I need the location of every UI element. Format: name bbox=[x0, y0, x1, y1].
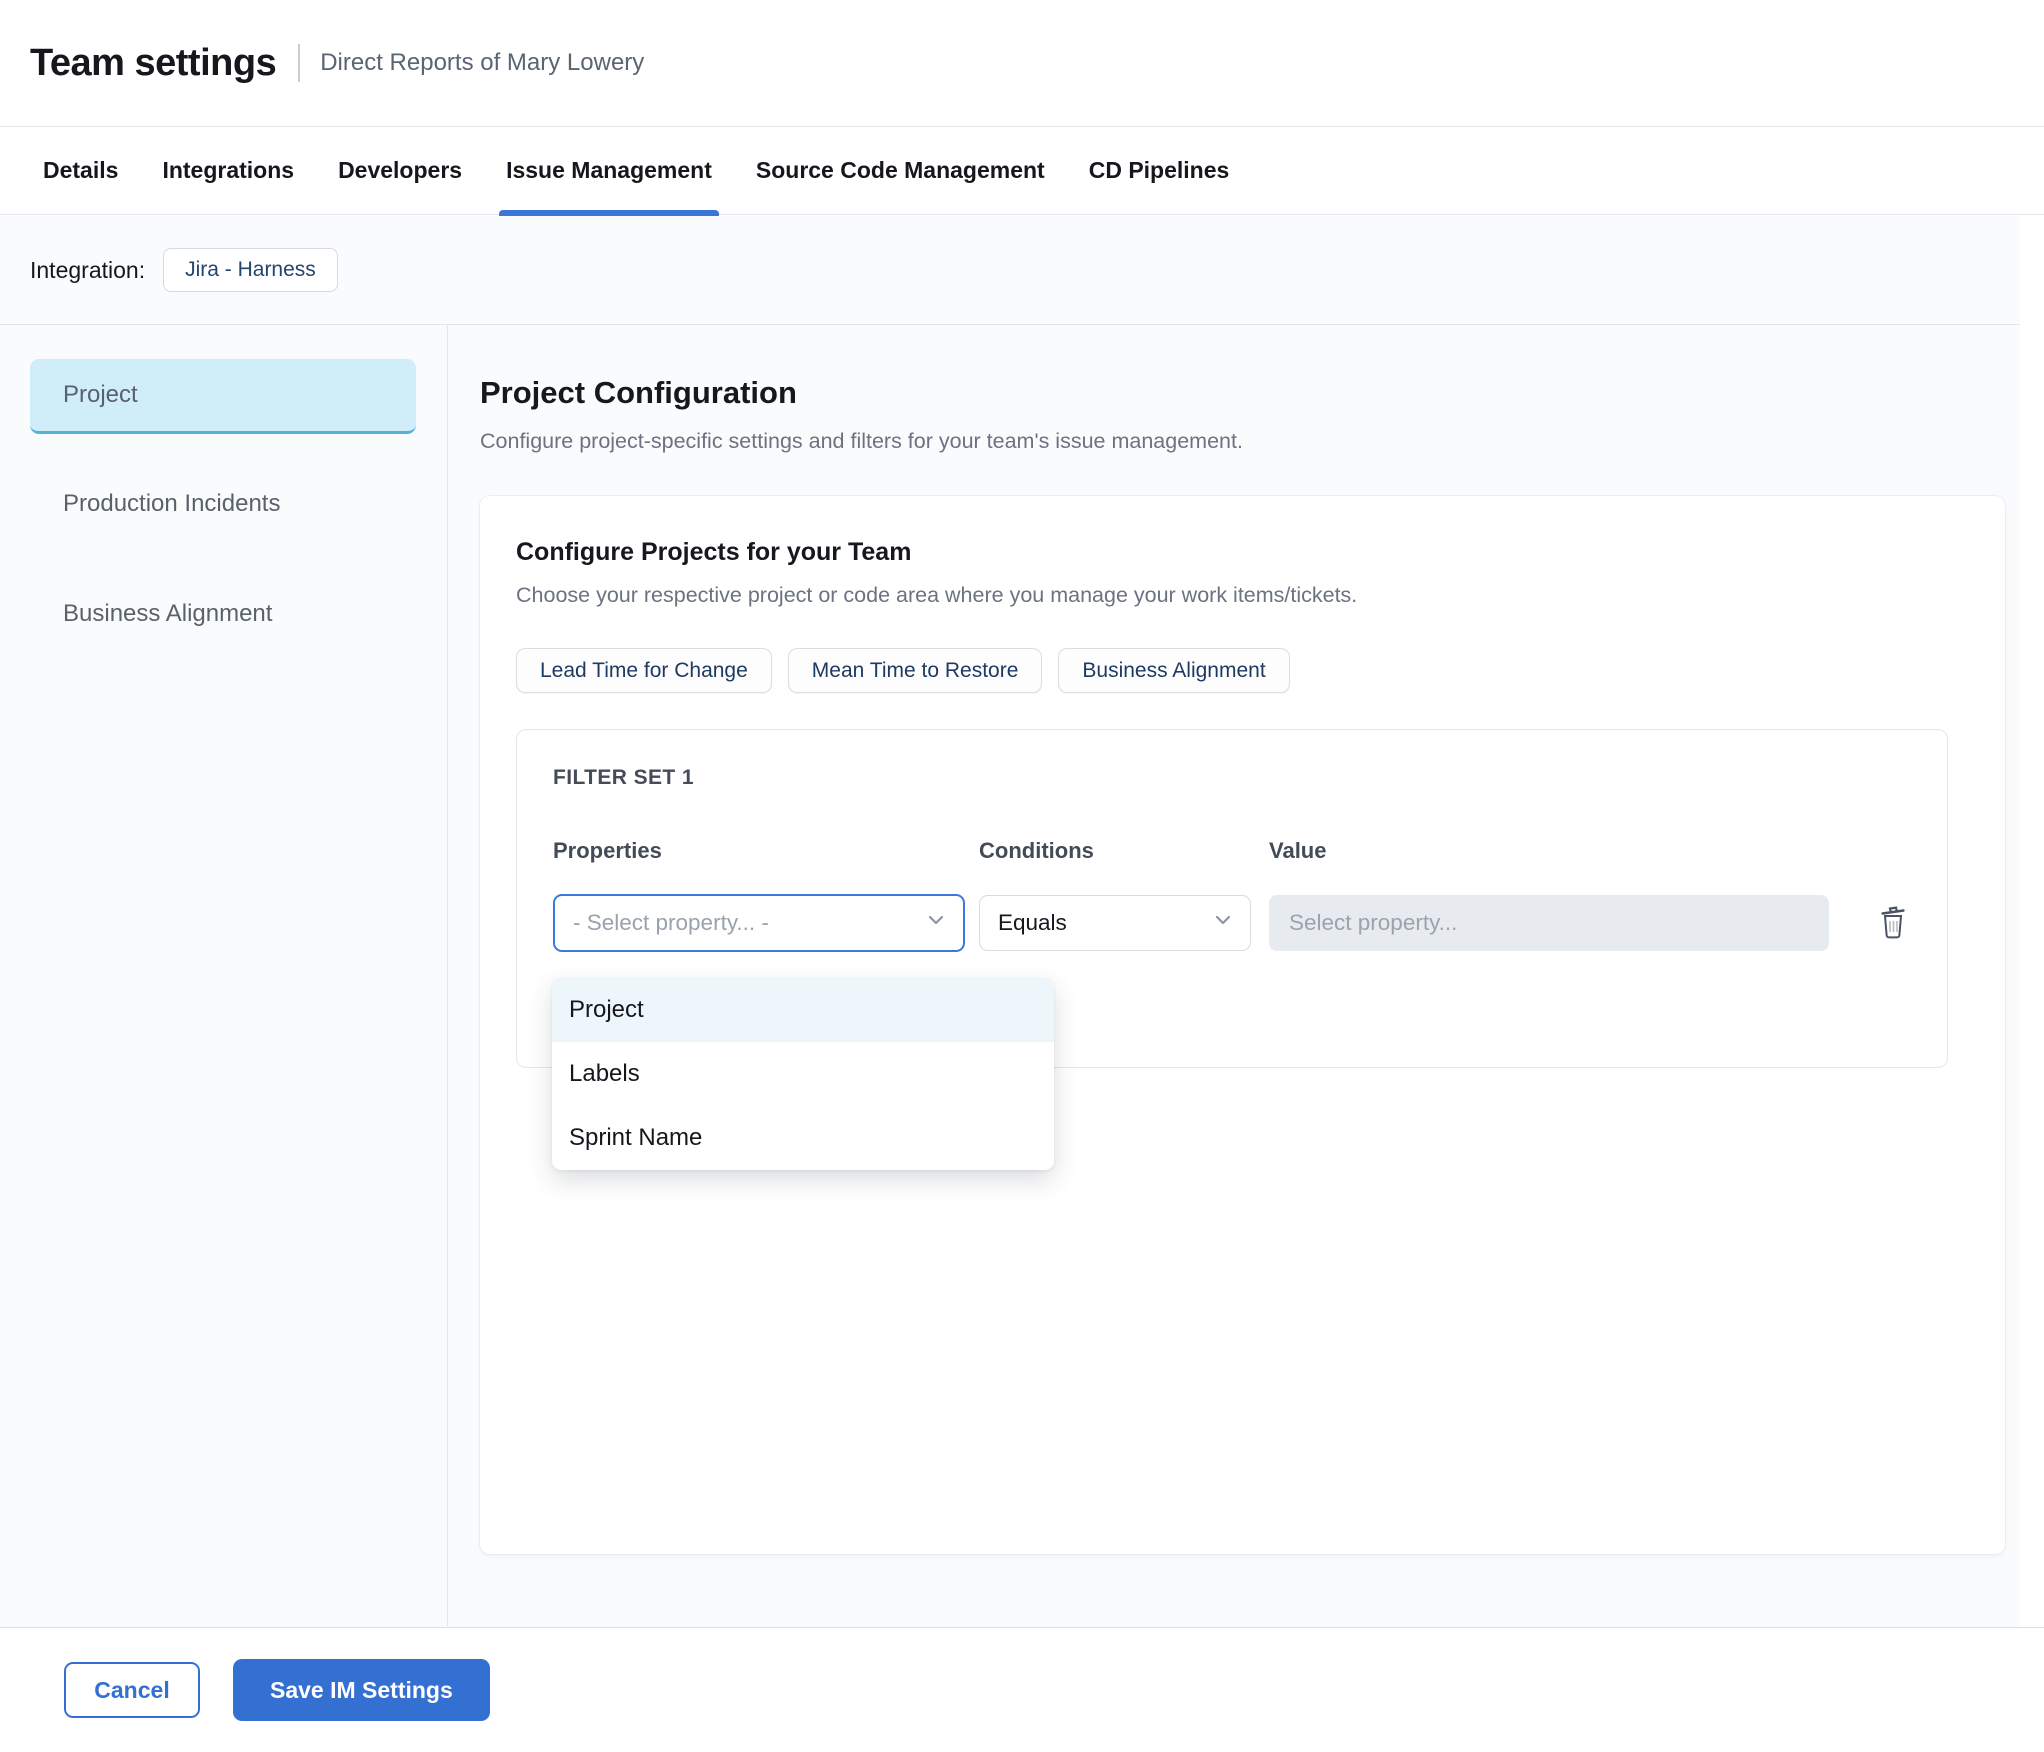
value-column-label: Value bbox=[1269, 838, 1327, 863]
page-title: Team settings bbox=[30, 41, 277, 84]
cancel-button[interactable]: Cancel bbox=[64, 1662, 200, 1718]
card-title: Configure Projects for your Team bbox=[516, 538, 912, 566]
page-header: Team settings Direct Reports of Mary Low… bbox=[0, 0, 2044, 127]
condition-select-value: Equals bbox=[998, 910, 1067, 935]
team-settings-page: Team settings Direct Reports of Mary Low… bbox=[0, 0, 2044, 1752]
body-row: Project Production Incidents Business Al… bbox=[0, 325, 2020, 1626]
properties-column-label: Properties bbox=[553, 838, 662, 863]
property-select-value: - Select property... - bbox=[573, 910, 769, 935]
content-area: Integration: Jira - Harness Project Prod… bbox=[0, 216, 2020, 1627]
integration-label: Integration: bbox=[30, 256, 146, 283]
section-title: Project Configuration bbox=[480, 375, 797, 410]
title-divider bbox=[298, 44, 301, 82]
tab-bar: Details Integrations Developers Issue Ma… bbox=[0, 127, 2044, 216]
page-subtitle: Direct Reports of Mary Lowery bbox=[320, 49, 645, 76]
delete-filter-button[interactable] bbox=[1873, 899, 1913, 948]
conditions-column-label: Conditions bbox=[979, 838, 1094, 863]
tab-integrations[interactable]: Integrations bbox=[162, 127, 294, 215]
tab-issue-management[interactable]: Issue Management bbox=[499, 127, 719, 216]
dropdown-option-labels[interactable]: Labels bbox=[552, 1042, 1054, 1106]
pill-mean-time-to-restore[interactable]: Mean Time to Restore bbox=[787, 648, 1043, 693]
footer-bar: Cancel Save IM Settings bbox=[0, 1627, 2044, 1752]
save-im-settings-button[interactable]: Save IM Settings bbox=[233, 1659, 490, 1721]
card-description: Choose your respective project or code a… bbox=[516, 583, 1358, 607]
value-input[interactable] bbox=[1269, 895, 1829, 951]
sidebar-item-business-alignment[interactable]: Business Alignment bbox=[0, 600, 447, 628]
property-dropdown-menu: Project Labels Sprint Name bbox=[552, 978, 1054, 1170]
tab-source-code-management[interactable]: Source Code Management bbox=[756, 127, 1045, 215]
tab-developers[interactable]: Developers bbox=[338, 127, 462, 215]
trash-icon bbox=[1877, 903, 1909, 944]
tab-cd-pipelines[interactable]: CD Pipelines bbox=[1089, 127, 1230, 215]
section-description: Configure project-specific settings and … bbox=[480, 429, 1243, 453]
metric-pill-row: Lead Time for Change Mean Time to Restor… bbox=[516, 648, 2005, 693]
chevron-down-icon bbox=[1212, 909, 1234, 937]
tab-details[interactable]: Details bbox=[43, 127, 118, 215]
property-select[interactable]: - Select property... - bbox=[553, 894, 965, 952]
integration-chip[interactable]: Jira - Harness bbox=[163, 248, 338, 292]
pill-lead-time-for-change[interactable]: Lead Time for Change bbox=[516, 648, 772, 693]
dropdown-option-sprint-name[interactable]: Sprint Name bbox=[552, 1106, 1054, 1170]
filter-controls-row: - Select property... - Equals bbox=[553, 894, 1947, 952]
dropdown-option-project[interactable]: Project bbox=[552, 978, 1054, 1042]
filter-column-labels: Properties Conditions Value bbox=[553, 838, 1947, 864]
sidebar-item-project[interactable]: Project bbox=[30, 359, 416, 434]
condition-select[interactable]: Equals bbox=[979, 895, 1251, 951]
chevron-down-icon bbox=[925, 909, 947, 937]
settings-sidebar: Project Production Incidents Business Al… bbox=[0, 325, 448, 1626]
pill-business-alignment[interactable]: Business Alignment bbox=[1058, 648, 1290, 693]
integration-row: Integration: Jira - Harness bbox=[0, 216, 2020, 325]
main-panel: Project Configuration Configure project-… bbox=[448, 325, 2020, 1626]
filter-set-title: FILTER SET 1 bbox=[553, 766, 694, 789]
sidebar-item-production-incidents[interactable]: Production Incidents bbox=[0, 490, 447, 518]
